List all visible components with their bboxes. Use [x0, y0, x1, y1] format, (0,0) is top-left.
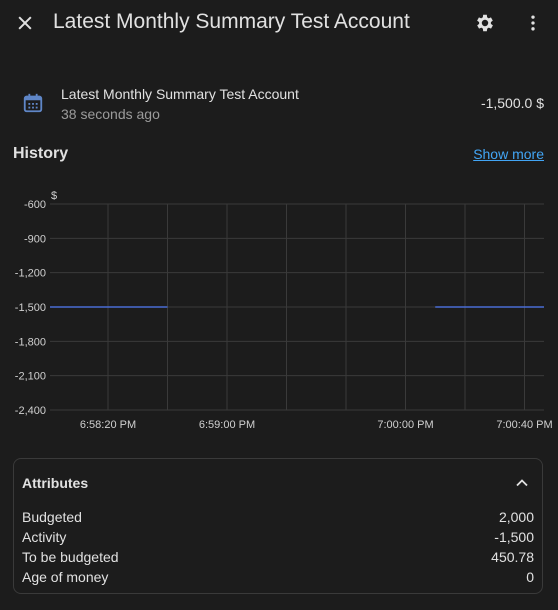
calendar-icon	[23, 93, 43, 113]
attributes-panel: Attributes Budgeted 2,000 Activity -1,50…	[13, 458, 543, 594]
y-tick-label: -2,400	[15, 405, 46, 417]
x-tick-label: 7:00:40 PM	[496, 419, 552, 431]
attribute-value: -1,500	[494, 529, 534, 545]
attribute-label: Age of money	[22, 569, 109, 585]
entity-name: Latest Monthly Summary Test Account	[61, 86, 299, 102]
x-tick-label: 6:59:00 PM	[199, 419, 255, 431]
attribute-value: 2,000	[498, 509, 534, 525]
attribute-value: 0	[526, 569, 534, 585]
attribute-value: 450.78	[491, 549, 534, 565]
entity-state-value: -1,500.0 $	[480, 95, 544, 111]
show-more-link[interactable]: Show more	[473, 146, 544, 162]
attribute-row-activity: Activity -1,500	[22, 529, 534, 549]
attribute-label: To be budgeted	[22, 549, 119, 565]
attribute-row-age-of-money: Age of money 0	[22, 569, 534, 589]
entity-last-changed: 38 seconds ago	[61, 106, 160, 122]
history-title: History	[13, 145, 69, 162]
attribute-row-budgeted: Budgeted 2,000	[22, 509, 534, 529]
entity-row[interactable]: Latest Monthly Summary Test Account 38 s…	[0, 78, 558, 128]
dialog-header: Latest Monthly Summary Test Account	[0, 0, 558, 46]
y-tick-label: -2,100	[15, 371, 46, 383]
attribute-label: Activity	[22, 529, 67, 545]
settings-button[interactable]	[470, 8, 500, 38]
x-tick-label: 7:00:00 PM	[377, 419, 433, 431]
more-vert-icon	[531, 15, 535, 31]
y-tick-label: -1,800	[15, 336, 46, 348]
gear-icon	[477, 14, 493, 32]
more-options-button[interactable]	[518, 8, 548, 38]
close-icon	[18, 16, 32, 30]
history-chart[interactable]: -600 -900 -1,200 -1,500 -1,800 -2,100 -2,400 $6…	[0, 182, 558, 436]
x-tick-label: 6:58:20 PM	[80, 419, 136, 431]
y-axis-label: $	[51, 190, 57, 202]
close-button[interactable]	[10, 8, 40, 38]
attribute-label: Budgeted	[22, 509, 82, 525]
y-tick-label: -900	[24, 233, 46, 245]
y-tick-label: -600	[24, 199, 46, 211]
attributes-title: Attributes	[22, 475, 89, 491]
attribute-row-to-be-budgeted: To be budgeted 450.78	[22, 549, 534, 569]
dialog-title: Latest Monthly Summary Test Account	[53, 10, 410, 33]
y-tick-label: -1,200	[15, 268, 46, 280]
y-tick-label: -1,500	[15, 302, 46, 314]
chevron-up-icon[interactable]	[512, 473, 532, 493]
